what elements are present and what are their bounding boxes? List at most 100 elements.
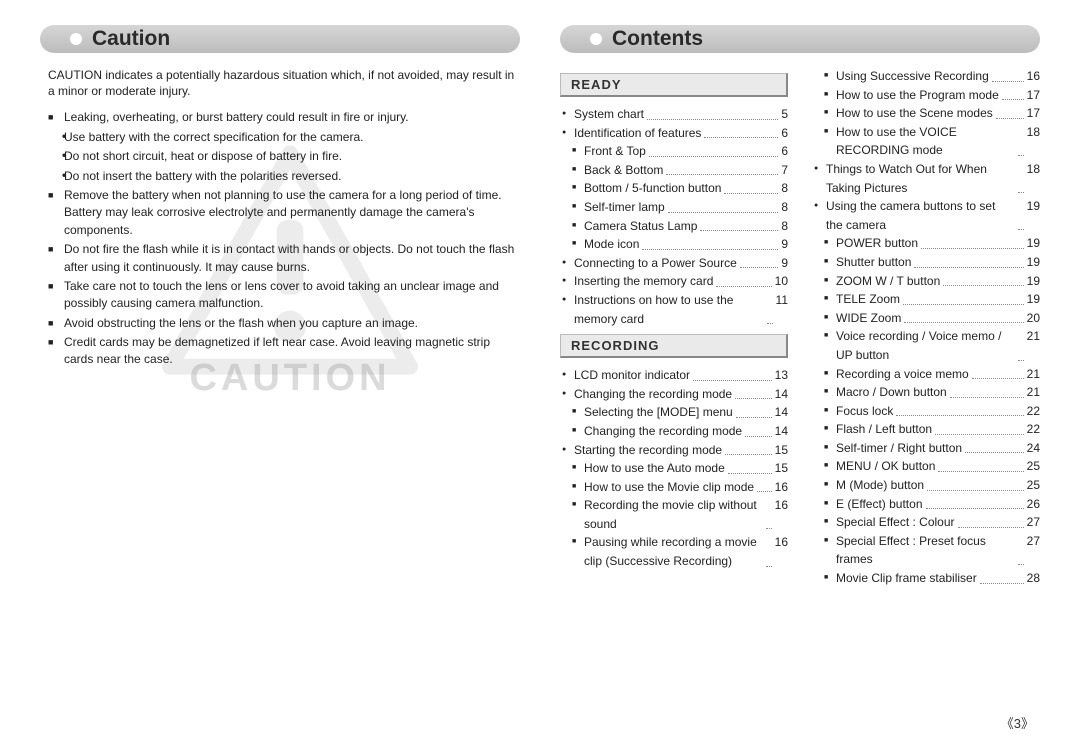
- toc-leader-dots: [914, 253, 1023, 268]
- toc-item: Inserting the memory card10: [560, 272, 788, 291]
- toc-item: Using the camera buttons to set the came…: [812, 197, 1040, 234]
- toc-leader-dots: [766, 533, 772, 566]
- toc-label: Self-timer lamp: [584, 198, 665, 217]
- toc-leader-dots: [766, 496, 772, 529]
- toc-leader-dots: [1018, 197, 1024, 230]
- toc-leader-dots: [1018, 532, 1024, 565]
- toc-label: WIDE Zoom: [836, 309, 901, 328]
- toc-leader-dots: [943, 272, 1023, 287]
- toc-page: 16: [775, 533, 788, 570]
- toc-item: Recording a voice memo21: [822, 365, 1040, 384]
- toc-leader-dots: [716, 272, 771, 287]
- toc-item: LCD monitor indicator 13: [560, 366, 788, 385]
- toc-page: 15: [775, 441, 788, 460]
- caution-banner: Caution: [40, 25, 520, 53]
- toc-label: Bottom / 5-function button: [584, 179, 721, 198]
- toc-label: Special Effect : Preset focus frames: [836, 532, 1015, 569]
- toc-item: Mode icon9: [570, 235, 788, 254]
- toc-label: Using the camera buttons to set the came…: [826, 197, 1015, 234]
- toc-item: ZOOM W / T button19: [822, 272, 1040, 291]
- toc-page: 24: [1027, 439, 1040, 458]
- toc-leader-dots: [980, 569, 1024, 584]
- toc-leader-dots: [725, 441, 772, 456]
- toc-item: Starting the recording mode 15: [560, 441, 788, 460]
- caution-item: Credit cards may be demagnetized if left…: [48, 334, 520, 369]
- toc-item: Selecting the [MODE] menu14: [570, 403, 788, 422]
- banner-bullet-icon: [590, 33, 602, 45]
- toc-label: Back & Bottom: [584, 161, 663, 180]
- toc-list: System chart5Identification of features 6…: [560, 105, 788, 328]
- toc-page: 28: [1027, 569, 1040, 588]
- toc-leader-dots: [1018, 160, 1024, 193]
- toc-page: 8: [781, 198, 788, 217]
- contents-banner: Contents: [560, 25, 1040, 53]
- toc-label: Focus lock: [836, 402, 893, 421]
- toc-leader-dots: [735, 385, 772, 400]
- toc-item: System chart5: [560, 105, 788, 124]
- toc-leader-dots: [704, 124, 778, 139]
- toc-leader-dots: [757, 478, 772, 493]
- toc-page: 18: [1027, 123, 1040, 160]
- toc-label: Pausing while recording a movie clip (Su…: [584, 533, 763, 570]
- toc-label: How to use the Program mode: [836, 86, 999, 105]
- toc-label: Movie Clip frame stabiliser: [836, 569, 977, 588]
- toc-item: How to use the Program mode 17: [822, 86, 1040, 105]
- toc-item: Changing the recording mode14: [560, 385, 788, 404]
- toc-item: POWER button19: [822, 234, 1040, 253]
- toc-label: Camera Status Lamp: [584, 217, 697, 236]
- toc-page: 13: [775, 366, 788, 385]
- toc-label: System chart: [574, 105, 644, 124]
- toc-item: Pausing while recording a movie clip (Su…: [570, 533, 788, 570]
- toc-page: 6: [781, 142, 788, 161]
- toc-label: How to use the Auto mode: [584, 459, 725, 478]
- toc-page: 25: [1027, 476, 1040, 495]
- toc-item: Using Successive Recording16: [822, 67, 1040, 86]
- contents-column: Contents READYSystem chart5Identificatio…: [560, 25, 1040, 588]
- toc-page: 14: [775, 385, 788, 404]
- toc-leader-dots: [1018, 123, 1024, 156]
- caution-item: Do not short circuit, heat or dispose of…: [48, 148, 520, 165]
- toc-page: 7: [781, 161, 788, 180]
- toc-page: 21: [1027, 365, 1040, 384]
- toc-leader-dots: [647, 105, 778, 120]
- toc-page: 10: [775, 272, 788, 291]
- caution-column: Caution CAUTION CAUTION indicates a pote…: [40, 25, 520, 588]
- toc-leader-dots: [1018, 327, 1024, 360]
- toc-leader-dots: [958, 513, 1024, 528]
- toc-label: MENU / OK button: [836, 457, 935, 476]
- toc-leader-dots: [903, 290, 1024, 305]
- toc-page: 19: [1027, 197, 1040, 234]
- toc-leader-dots: [724, 179, 778, 194]
- toc-label: Shutter button: [836, 253, 911, 272]
- caution-item: Leaking, overheating, or burst battery c…: [48, 109, 520, 126]
- toc-label: Identification of features: [574, 124, 701, 143]
- toc-label: Connecting to a Power Source: [574, 254, 737, 273]
- toc-leader-dots: [938, 457, 1023, 472]
- toc-page: 8: [781, 217, 788, 236]
- toc-label: LCD monitor indicator: [574, 366, 690, 385]
- toc-page: 26: [1027, 495, 1040, 514]
- toc-item: How to use the Scene modes17: [822, 104, 1040, 123]
- toc-page: 27: [1027, 513, 1040, 532]
- toc-list: LCD monitor indicator 13Changing the reco…: [560, 366, 788, 571]
- toc-label: How to use the Scene modes: [836, 104, 993, 123]
- toc-item: How to use the Auto mode 15: [570, 459, 788, 478]
- toc-page: 20: [1027, 309, 1040, 328]
- toc-page: 27: [1027, 532, 1040, 569]
- toc-leader-dots: [972, 365, 1024, 380]
- toc-item: Bottom / 5-function button8: [570, 179, 788, 198]
- toc-page: 6: [781, 124, 788, 143]
- caution-item: Do not fire the flash while it is in con…: [48, 241, 520, 276]
- contents-title: Contents: [612, 27, 703, 51]
- toc-page: 9: [781, 254, 788, 273]
- toc-right-list: Using Successive Recording16How to use t…: [812, 67, 1040, 588]
- toc-label: Mode icon: [584, 235, 639, 254]
- toc-item: Self-timer lamp 8: [570, 198, 788, 217]
- toc-page: 17: [1027, 86, 1040, 105]
- toc-page: 15: [775, 459, 788, 478]
- caution-item: Avoid obstructing the lens or the flash …: [48, 315, 520, 332]
- toc-label: Starting the recording mode: [574, 441, 722, 460]
- toc-item: E (Effect) button26: [822, 495, 1040, 514]
- toc-leader-dots: [736, 403, 772, 418]
- toc-leader-dots: [642, 235, 778, 250]
